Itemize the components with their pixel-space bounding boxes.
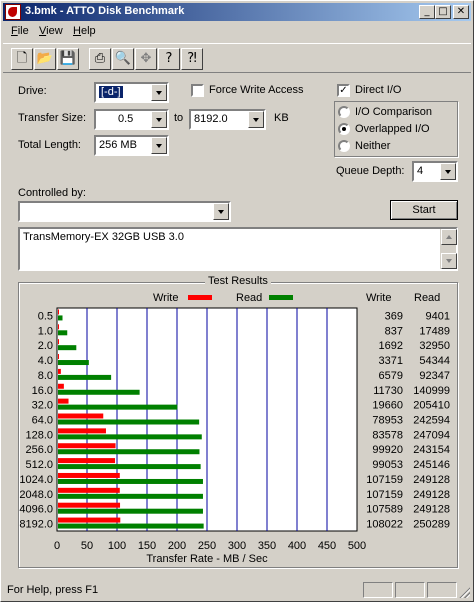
- test-results-title: Test Results: [205, 275, 271, 287]
- chevron-down-icon[interactable]: [151, 137, 167, 154]
- direct-io-checkbox[interactable]: ✓: [337, 84, 350, 97]
- maximize-button[interactable]: □: [435, 5, 451, 19]
- controlled-by-select[interactable]: [18, 201, 231, 222]
- chevron-down-icon[interactable]: [151, 111, 167, 128]
- queue-depth-label: Queue Depth:: [336, 165, 405, 177]
- close-button[interactable]: ✕: [453, 5, 469, 19]
- resize-grip[interactable]: [458, 586, 470, 598]
- start-button[interactable]: Start: [390, 200, 458, 220]
- open-icon[interactable]: 📂: [34, 48, 56, 70]
- test-results-group: [18, 282, 458, 568]
- kb-label: KB: [274, 112, 289, 124]
- total-length-value: 256 MB: [99, 139, 137, 151]
- chevron-down-icon[interactable]: [248, 111, 264, 128]
- force-write-checkbox[interactable]: [191, 84, 204, 97]
- transfer-from-value: 0.5: [118, 113, 134, 125]
- io-comparison-label: I/O Comparison: [355, 106, 433, 118]
- app-window: 3.bmk - ATTO Disk Benchmark _ □ ✕ File V…: [0, 0, 474, 602]
- save-icon[interactable]: 💾: [57, 48, 79, 70]
- radio-neither[interactable]: [338, 140, 350, 152]
- direct-io-label: Direct I/O: [355, 84, 402, 96]
- legend-write-swatch: [188, 295, 212, 300]
- transfer-to-value: 8192.0: [194, 113, 228, 125]
- to-label: to: [174, 112, 184, 124]
- move-icon[interactable]: ✥: [135, 48, 157, 70]
- status-text: For Help, press F1: [7, 584, 99, 596]
- chevron-down-icon[interactable]: [151, 84, 167, 101]
- force-write-label: Force Write Access: [209, 84, 304, 96]
- menu-file[interactable]: File: [11, 25, 29, 37]
- transfer-to-select[interactable]: 8192.0: [189, 109, 266, 130]
- drive-value: [-d-]: [99, 86, 123, 98]
- column-header-write: Write: [366, 292, 392, 304]
- transfer-size-label: Transfer Size:: [18, 112, 87, 124]
- scroll-up-icon[interactable]: [441, 229, 457, 245]
- chevron-down-icon[interactable]: [213, 203, 229, 220]
- device-description-field[interactable]: TransMemory-EX 32GB USB 3.0: [18, 227, 458, 271]
- minimize-button[interactable]: _: [419, 5, 435, 19]
- overlapped-io-label: Overlapped I/O: [355, 123, 430, 135]
- app-icon[interactable]: [5, 4, 21, 20]
- radio-overlapped-io[interactable]: [338, 123, 350, 135]
- legend-read-swatch: [269, 295, 293, 300]
- device-scrollbar[interactable]: [440, 229, 457, 269]
- total-length-label: Total Length:: [18, 139, 81, 151]
- help-icon[interactable]: ?: [158, 48, 180, 70]
- new-icon[interactable]: 🗋: [11, 48, 33, 70]
- neither-label: Neither: [355, 140, 391, 152]
- radio-io-comparison[interactable]: [338, 106, 350, 118]
- queue-depth-value: 4: [417, 165, 424, 177]
- drive-label: Drive:: [18, 85, 47, 97]
- print-preview-icon[interactable]: 🔍: [112, 48, 134, 70]
- legend-write-label: Write: [153, 292, 179, 304]
- title-bar[interactable]: 3.bmk - ATTO Disk Benchmark _ □ ✕: [3, 3, 471, 21]
- chevron-down-icon[interactable]: [440, 163, 456, 180]
- scroll-down-icon[interactable]: [441, 253, 457, 269]
- window-title: 3.bmk - ATTO Disk Benchmark: [25, 5, 185, 17]
- total-length-select[interactable]: 256 MB: [94, 135, 169, 156]
- toolbar: 🗋 📂 💾 ⎙ 🔍 ✥ ? ⁈: [3, 43, 471, 73]
- drive-select[interactable]: [-d-]: [94, 82, 169, 103]
- context-help-icon[interactable]: ⁈: [181, 48, 203, 70]
- column-header-read: Read: [414, 292, 441, 304]
- menu-bar: File View Help: [3, 23, 471, 41]
- menu-help[interactable]: Help: [73, 25, 96, 37]
- queue-depth-select[interactable]: 4: [412, 161, 458, 182]
- device-description-text: TransMemory-EX 32GB USB 3.0: [23, 231, 184, 243]
- print-icon[interactable]: ⎙: [89, 48, 111, 70]
- menu-view[interactable]: View: [39, 25, 63, 37]
- status-pane: [395, 582, 425, 598]
- status-pane: [427, 582, 457, 598]
- status-bar: For Help, press F1: [3, 581, 471, 599]
- legend-read-label: Read: [236, 292, 263, 304]
- status-pane: [363, 582, 393, 598]
- transfer-from-select[interactable]: 0.5: [94, 109, 169, 130]
- controlled-by-label: Controlled by:: [18, 187, 86, 199]
